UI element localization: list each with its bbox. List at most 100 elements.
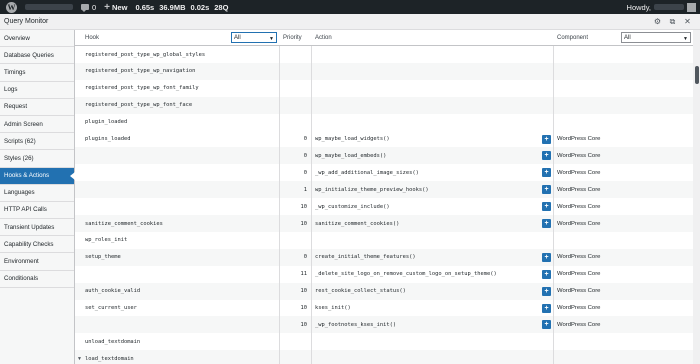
panel-title-bar: Query Monitor ⚙ ⧉ ✕ xyxy=(0,14,700,30)
table-row: sanitize_comment_cookies 10 sanitize_comme… xyxy=(75,215,693,232)
sidebar-item-conditionals[interactable]: Conditionals xyxy=(0,271,74,288)
qm-query-count-stat: 28Q xyxy=(214,2,229,12)
sidebar-item-styles[interactable]: Styles (26) xyxy=(0,150,74,168)
sidebar-item-timings[interactable]: Timings xyxy=(0,64,74,82)
expand-plus-icon[interactable]: + xyxy=(542,303,551,313)
hook-name: registered_post_type_wp_navigation xyxy=(85,68,196,75)
component-column-header[interactable]: Component xyxy=(557,30,588,46)
hook-filter-select[interactable]: All ▼ xyxy=(231,32,277,43)
comments-button[interactable]: 0 xyxy=(77,0,100,14)
my-account-menu[interactable]: Howdy, xyxy=(627,2,700,12)
panel-controls: ⚙ ⧉ ✕ xyxy=(653,17,692,27)
hook-name: wp_roles_init xyxy=(85,237,128,244)
wordpress-logo-button[interactable]: W xyxy=(0,0,21,14)
sidebar-item-transient-updates[interactable]: Transient Updates xyxy=(0,219,74,237)
query-monitor-stats-button[interactable]: 0.65s 36.9MB 0.02s 28Q xyxy=(131,0,232,14)
hook-component: WordPress Core xyxy=(557,152,601,159)
table-row: plugins_loaded 0 wp_maybe_load_widgets() Wo… xyxy=(75,131,693,148)
hook-action: kses_init() xyxy=(315,305,351,311)
sidebar-item-hooks-actions[interactable]: Hooks & Actions xyxy=(0,167,75,185)
sidebar-item-logs[interactable]: Logs xyxy=(0,82,74,99)
sidebar-item-scripts[interactable]: Scripts (62) xyxy=(0,133,74,151)
sidebar-item-capability-checks[interactable]: Capability Checks xyxy=(0,236,74,254)
close-icon[interactable]: ✕ xyxy=(683,17,692,27)
chevron-down-icon: ▼ xyxy=(269,36,274,42)
hook-name: plugin_loaded xyxy=(85,119,128,126)
hook-name: sanitize_comment_cookies xyxy=(85,220,163,227)
table-row: 10 _wp_customize_include() WordPress Core + xyxy=(75,198,693,215)
new-content-button[interactable]: + New xyxy=(100,0,131,14)
table-row: 1 wp_initialize_theme_preview_hooks() Word… xyxy=(75,181,693,199)
hook-action: create_initial_theme_features() xyxy=(315,254,416,261)
vertical-scrollbar[interactable] xyxy=(693,30,700,364)
site-name-link[interactable] xyxy=(21,0,77,14)
hook-priority xyxy=(279,333,307,350)
expand-plus-icon[interactable]: + xyxy=(542,219,551,228)
hook-priority xyxy=(279,63,307,80)
sidebar-item-environment[interactable]: Environment xyxy=(0,253,74,271)
expand-plus-icon[interactable]: + xyxy=(542,134,551,144)
hook-name: load_textdomain xyxy=(85,355,134,362)
hook-filter-value: All xyxy=(234,34,241,41)
table-row: 0 wp_maybe_load_embeds() WordPress Core + xyxy=(75,147,693,165)
hook-action: rest_cookie_collect_status() xyxy=(315,288,406,295)
table-row: auth_cookie_valid 10 rest_cookie_collect_s… xyxy=(75,282,693,300)
hook-column-header[interactable]: Hook xyxy=(85,30,99,46)
hook-priority: 1 xyxy=(303,186,307,193)
sidebar-item-overview[interactable]: Overview xyxy=(0,30,74,48)
sidebar-item-request[interactable]: Request xyxy=(0,99,74,116)
sidebar-item-http-api-calls[interactable]: HTTP API Calls xyxy=(0,202,74,220)
hook-action: _wp_footnotes_kses_init() xyxy=(315,321,397,328)
hook-name: setup_theme xyxy=(85,254,121,261)
expand-plus-icon[interactable]: + xyxy=(542,151,551,161)
hook-action: sanitize_comment_cookies() xyxy=(315,220,400,227)
hook-action: wp_initialize_theme_preview_hooks() xyxy=(315,186,429,193)
column-divider xyxy=(311,30,312,364)
expand-plus-icon[interactable]: + xyxy=(542,252,551,262)
table-row: setup_theme 0 create_initial_theme_feature… xyxy=(75,248,693,266)
hook-component: WordPress Core xyxy=(557,288,601,295)
comment-count: 0 xyxy=(92,2,97,12)
expand-toggle-icon[interactable]: ▼ xyxy=(77,356,82,362)
action-column-header[interactable]: Action xyxy=(315,30,332,46)
table-row: load_textdomain ▼ xyxy=(75,350,693,364)
table-row: 0 _wp_add_additional_image_sizes() WordPre… xyxy=(75,164,693,181)
expand-plus-icon[interactable]: + xyxy=(542,269,551,279)
hooks-table-header: Hook All ▼ Priority Action Component All… xyxy=(75,30,693,46)
hook-priority: 0 xyxy=(303,169,307,176)
pop-out-icon[interactable]: ⧉ xyxy=(668,17,677,27)
expand-plus-icon[interactable]: + xyxy=(542,286,551,296)
expand-plus-icon[interactable]: + xyxy=(542,168,551,178)
hook-name: registered_post_type_wp_font_face xyxy=(85,102,193,109)
avatar xyxy=(687,2,696,12)
admin-bar: W 0 + New 0.65s 36.9MB 0.02s 28Q Howdy, xyxy=(0,0,700,14)
site-name-redacted xyxy=(25,4,73,10)
hook-component: WordPress Core xyxy=(557,136,601,142)
hook-priority: 10 xyxy=(300,321,308,328)
settings-gear-icon[interactable]: ⚙ xyxy=(653,17,662,27)
hook-name: unload_textdomain xyxy=(85,338,141,345)
hook-name: registered_post_type_wp_font_family xyxy=(85,85,199,92)
sidebar-item-languages[interactable]: Languages xyxy=(0,185,74,202)
qm-time-stat: 0.65s xyxy=(135,2,155,12)
hook-priority xyxy=(279,80,307,97)
expand-plus-icon[interactable]: + xyxy=(542,320,551,330)
scrollbar-thumb[interactable] xyxy=(694,66,699,84)
hook-name: plugins_loaded xyxy=(85,136,131,142)
hook-priority xyxy=(279,232,307,249)
hook-name: auth_cookie_valid xyxy=(85,288,141,295)
table-row: set_current_user 10 kses_init() WordPress C… xyxy=(75,300,693,317)
component-filter-select[interactable]: All ▼ xyxy=(621,32,691,43)
table-row: unload_textdomain xyxy=(75,333,693,350)
hook-component: WordPress Core xyxy=(557,305,601,311)
table-row: registered_post_type_wp_font_face xyxy=(75,96,693,114)
sidebar-item-admin-screen[interactable]: Admin Screen xyxy=(0,116,74,134)
username-redacted xyxy=(654,4,684,10)
priority-column-header[interactable]: Priority xyxy=(283,30,302,46)
hook-priority: 0 xyxy=(303,152,307,159)
hook-action: _wp_add_additional_image_sizes() xyxy=(315,169,419,176)
sidebar-item-database-queries[interactable]: Database Queries xyxy=(0,47,74,65)
comment-icon xyxy=(81,4,89,12)
expand-plus-icon[interactable]: + xyxy=(542,185,551,195)
expand-plus-icon[interactable]: + xyxy=(542,202,551,212)
